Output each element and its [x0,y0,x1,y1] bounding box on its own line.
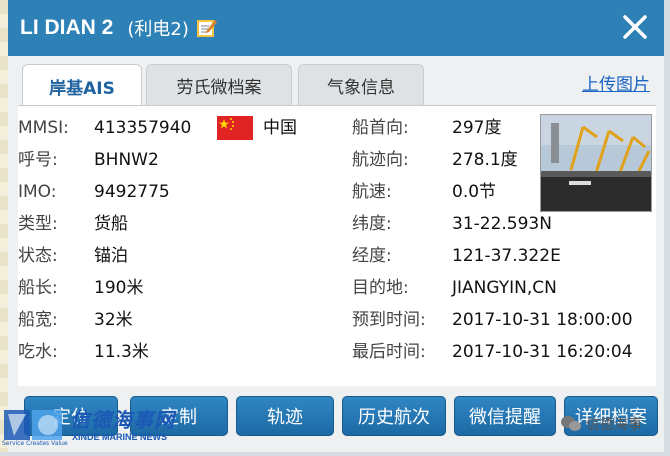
field-value: BHNW2 [94,150,159,170]
close-icon[interactable] [620,12,650,42]
button-label: 历史航次 [358,407,430,428]
field-value: 11.3米 [94,342,149,362]
flag-cn-icon [217,116,253,140]
field-label: 纬度: [352,214,392,234]
field-value: 31-22.593N [452,214,552,234]
field-value: 0.0节 [452,182,497,202]
field-length: 船长: 190米 [18,272,143,304]
country-label: 中国 [263,118,297,138]
tab-shore-ais[interactable]: 岸基AIS [22,64,142,107]
edit-icon[interactable] [196,18,217,38]
field-label: 船首向: [352,118,409,138]
field-value: 锚泊 [94,246,128,266]
button-label: 微信提醒 [469,407,541,428]
watermark-wechat-label: 信德海事 [586,417,642,433]
popup-body: 岸基AIS 劳氏微档案 气象信息 上传图片 MMSI: 413357940 中国 [8,56,664,452]
voyage-history-button[interactable]: 历史航次 [342,396,446,436]
field-longitude: 经度: 121-37.322E [352,240,561,272]
field-label: 类型: [18,214,58,234]
field-value: 278.1度 [452,150,518,170]
field-label: 呼号: [18,150,58,170]
field-status: 状态: 锚泊 [18,240,128,272]
tab-weather[interactable]: 气象信息 [298,64,424,105]
field-value: 货船 [94,214,128,234]
upload-photo-link[interactable]: 上传图片 [582,70,650,95]
field-label: 最后时间: [352,342,426,362]
field-value: 297度 [452,118,502,138]
field-imo: IMO: 9492775 [18,176,170,208]
tab-bar: 岸基AIS 劳氏微档案 气象信息 上传图片 [18,64,656,107]
field-label: 吃水: [18,342,58,362]
field-value: 2017-10-31 16:20:04 [452,342,633,362]
field-value: JIANGYIN,CN [452,278,557,298]
field-mmsi: MMSI: 413357940 [18,112,191,144]
field-label: 经度: [352,246,392,266]
field-label: MMSI: [18,118,69,138]
field-type: 类型: 货船 [18,208,128,240]
wechat-alert-button[interactable]: 微信提醒 [454,396,556,436]
watermark-wechat: 信德海事 [560,414,642,434]
field-speed: 航速: 0.0节 [352,176,496,208]
field-label: 预到时间: [352,310,426,330]
popup-titlebar: LI DIAN 2 (利电2) [8,0,664,56]
watermark-tagline: Service Creates Value [2,440,68,447]
ship-name-cn: (利电2) [127,19,189,40]
field-value: 190米 [94,278,144,298]
field-value: 9492775 [94,182,170,202]
field-label: 航迹向: [352,150,409,170]
field-value: 32米 [94,310,133,330]
field-label: 航速: [352,182,392,202]
ais-info-panel: MMSI: 413357940 中国 呼号: BHNW2 IMO: 9492775 类… [18,106,656,386]
watermark-brand: 信德海事网 [70,408,175,432]
field-last-update: 最后时间: 2017-10-31 16:20:04 [352,336,633,368]
tab-lloyds-profile[interactable]: 劳氏微档案 [146,64,292,105]
field-destination: 目的地: JIANGYIN,CN [352,272,557,304]
field-value: 2017-10-31 18:00:00 [452,310,633,330]
button-label: 轨迹 [267,407,303,428]
track-button[interactable]: 轨迹 [236,396,334,436]
field-course: 航迹向: 278.1度 [352,144,518,176]
field-value: 413357940 [94,118,192,138]
field-label: 船长: [18,278,58,298]
watermark-brand-en: XINDE MARINE NEWS [72,432,168,442]
field-callsign: 呼号: BHNW2 [18,144,159,176]
field-value: 121-37.322E [452,246,561,266]
field-label: 状态: [18,246,58,266]
field-eta: 预到时间: 2017-10-31 18:00:00 [352,304,633,336]
ship-name: LI DIAN 2 [20,16,114,39]
field-latitude: 纬度: 31-22.593N [352,208,552,240]
tab-label: 气象信息 [327,77,395,98]
ship-photo[interactable] [540,114,652,212]
field-heading: 船首向: 297度 [352,112,501,144]
field-draught: 吃水: 11.3米 [18,336,149,368]
field-label: IMO: [18,182,57,202]
field-label: 船宽: [18,310,58,330]
tab-label: 岸基AIS [49,78,115,99]
tab-label: 劳氏微档案 [176,77,262,98]
field-label: 目的地: [352,278,409,298]
field-beam: 船宽: 32米 [18,304,133,336]
wechat-icon [561,416,581,431]
